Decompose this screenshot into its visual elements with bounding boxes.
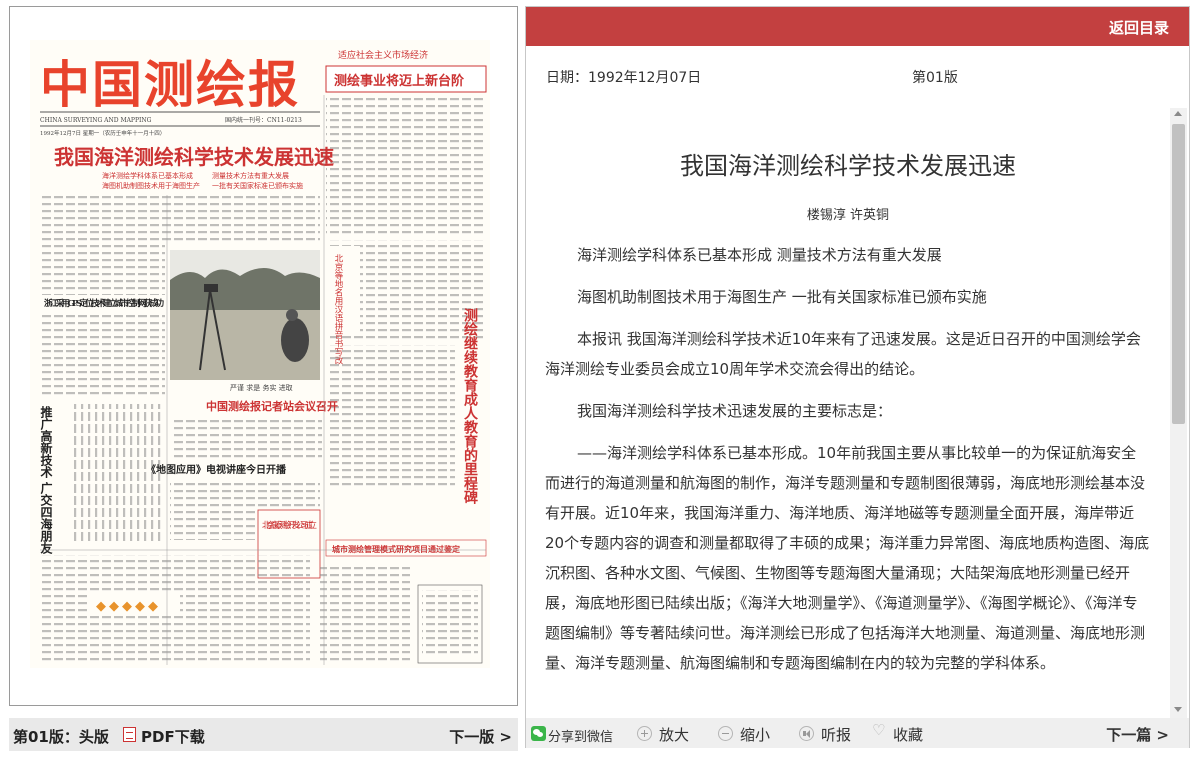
article-paragraph: 海洋测绘学科体系已基本形成 测量技术方法有重大发展 [577, 246, 942, 264]
wechat-icon[interactable] [531, 726, 546, 741]
sub-line-3: 测量技术方法有重大发展 [212, 171, 289, 180]
sub-line-2: 海图机助制图技术用于海图生产 [102, 181, 200, 190]
newspaper-page-image[interactable]: 中国测绘报 CHINA SURVEYING AND MAPPING 国内统一刊号… [30, 40, 490, 668]
vertical-education-headline: 测绘继续教育成人教育的里程碑 [462, 307, 478, 505]
code-line: 国内统一刊号：CN11-0213 [225, 116, 302, 124]
zoom-out-icon[interactable] [718, 726, 733, 741]
ad-decor: ◆◆◆◆◆ [96, 599, 161, 614]
zoom-out-button[interactable]: 缩小 [740, 724, 770, 745]
headline-beijing: 北京康泰测绘开发公司成立 [262, 520, 317, 531]
sub-line-4: 一批有关国家标准已颁布实施 [212, 181, 303, 190]
scroll-down-arrow-icon[interactable] [1174, 707, 1182, 712]
article-date: 日期：1992年12月07日 [546, 70, 702, 86]
pdf-download-link[interactable]: PDF下载 [141, 726, 205, 747]
masthead: 中国测绘报 [40, 55, 300, 114]
article-paragraph: 我国海洋测绘科学技术迅速发展的主要标志是： [577, 402, 893, 420]
share-wechat-button[interactable]: 分享到微信 [548, 726, 613, 745]
article-content: 我国海洋测绘科学技术发展迅速 楼锡淳 许英铜 海洋测绘学科体系已基本形成 测量技… [545, 108, 1165, 716]
main-headline: 我国海洋测绘科学技术发展迅速 [54, 145, 334, 169]
listen-button[interactable]: 听报 [821, 724, 851, 745]
article-authors: 楼锡淳 许英铜 [806, 208, 890, 223]
scrollbar-thumb[interactable] [1172, 124, 1185, 424]
favorite-button[interactable]: 收藏 [893, 724, 923, 745]
headline-management: 城市测绘管理模式研究项目通过鉴定 [332, 544, 460, 554]
page-label: 第01版：头版 [13, 728, 109, 746]
pdf-icon[interactable] [123, 727, 136, 742]
next-article-link[interactable]: 下一篇 > [1106, 724, 1169, 745]
article-toolbar: 分享到微信 放大 缩小 听报 ♡ 收藏 下一篇 > [526, 718, 1189, 748]
next-page-link[interactable]: 下一版 > [449, 726, 512, 747]
article-title: 我国海洋测绘科学技术发展迅速 [680, 152, 1016, 180]
speaker-icon[interactable] [799, 726, 814, 741]
article-paragraph: 海图机助制图技术用于海图生产 一批有关国家标准已颁布实施 [577, 288, 987, 306]
vertical-promote-headline: 推广高新技术 广交四海朋友 [39, 405, 53, 555]
zoom-in-button[interactable]: 放大 [659, 724, 689, 745]
article-topbar: 返回目录 [526, 7, 1189, 46]
issue-line: 1992年12月7日 星期一（农历壬申年十一月十四） [40, 129, 165, 137]
headline-reporters: 中国测绘报记者站会议召开 [206, 399, 338, 413]
heart-icon[interactable]: ♡ [872, 723, 885, 738]
scroll-up-arrow-icon[interactable] [1174, 111, 1182, 116]
return-to-index-link[interactable]: 返回目录 [1109, 17, 1169, 38]
zoom-in-icon[interactable] [637, 726, 652, 741]
top-box-headline: 测绘事业将迈上新台阶 [334, 73, 465, 89]
slogan: 适应社会主义市场经济 [338, 49, 428, 61]
photo-caption: 严谨 求是 务实 进取 [230, 383, 293, 392]
english-name: CHINA SURVEYING AND MAPPING [40, 117, 152, 124]
sub-line-1: 海洋测绘学科体系已基本形成 [102, 171, 193, 180]
left-page-bar: 第01版：头版 PDF下载 下一版 > [9, 718, 518, 751]
article-paragraph: ——海洋测绘学科体系已基本形成。10年前我国主要从事比较单一的为保证航海安全而进… [545, 444, 1150, 672]
headline-zhejiang: 浙江采用GPS定位技术建立城市控制网获成功 [44, 298, 164, 309]
article-paragraph: 本报讯 我国海洋测绘科学技术近10年来有了迅速发展。这是近日召开的中国测绘学会海… [545, 330, 1141, 378]
article-edition: 第01版 [912, 70, 958, 86]
